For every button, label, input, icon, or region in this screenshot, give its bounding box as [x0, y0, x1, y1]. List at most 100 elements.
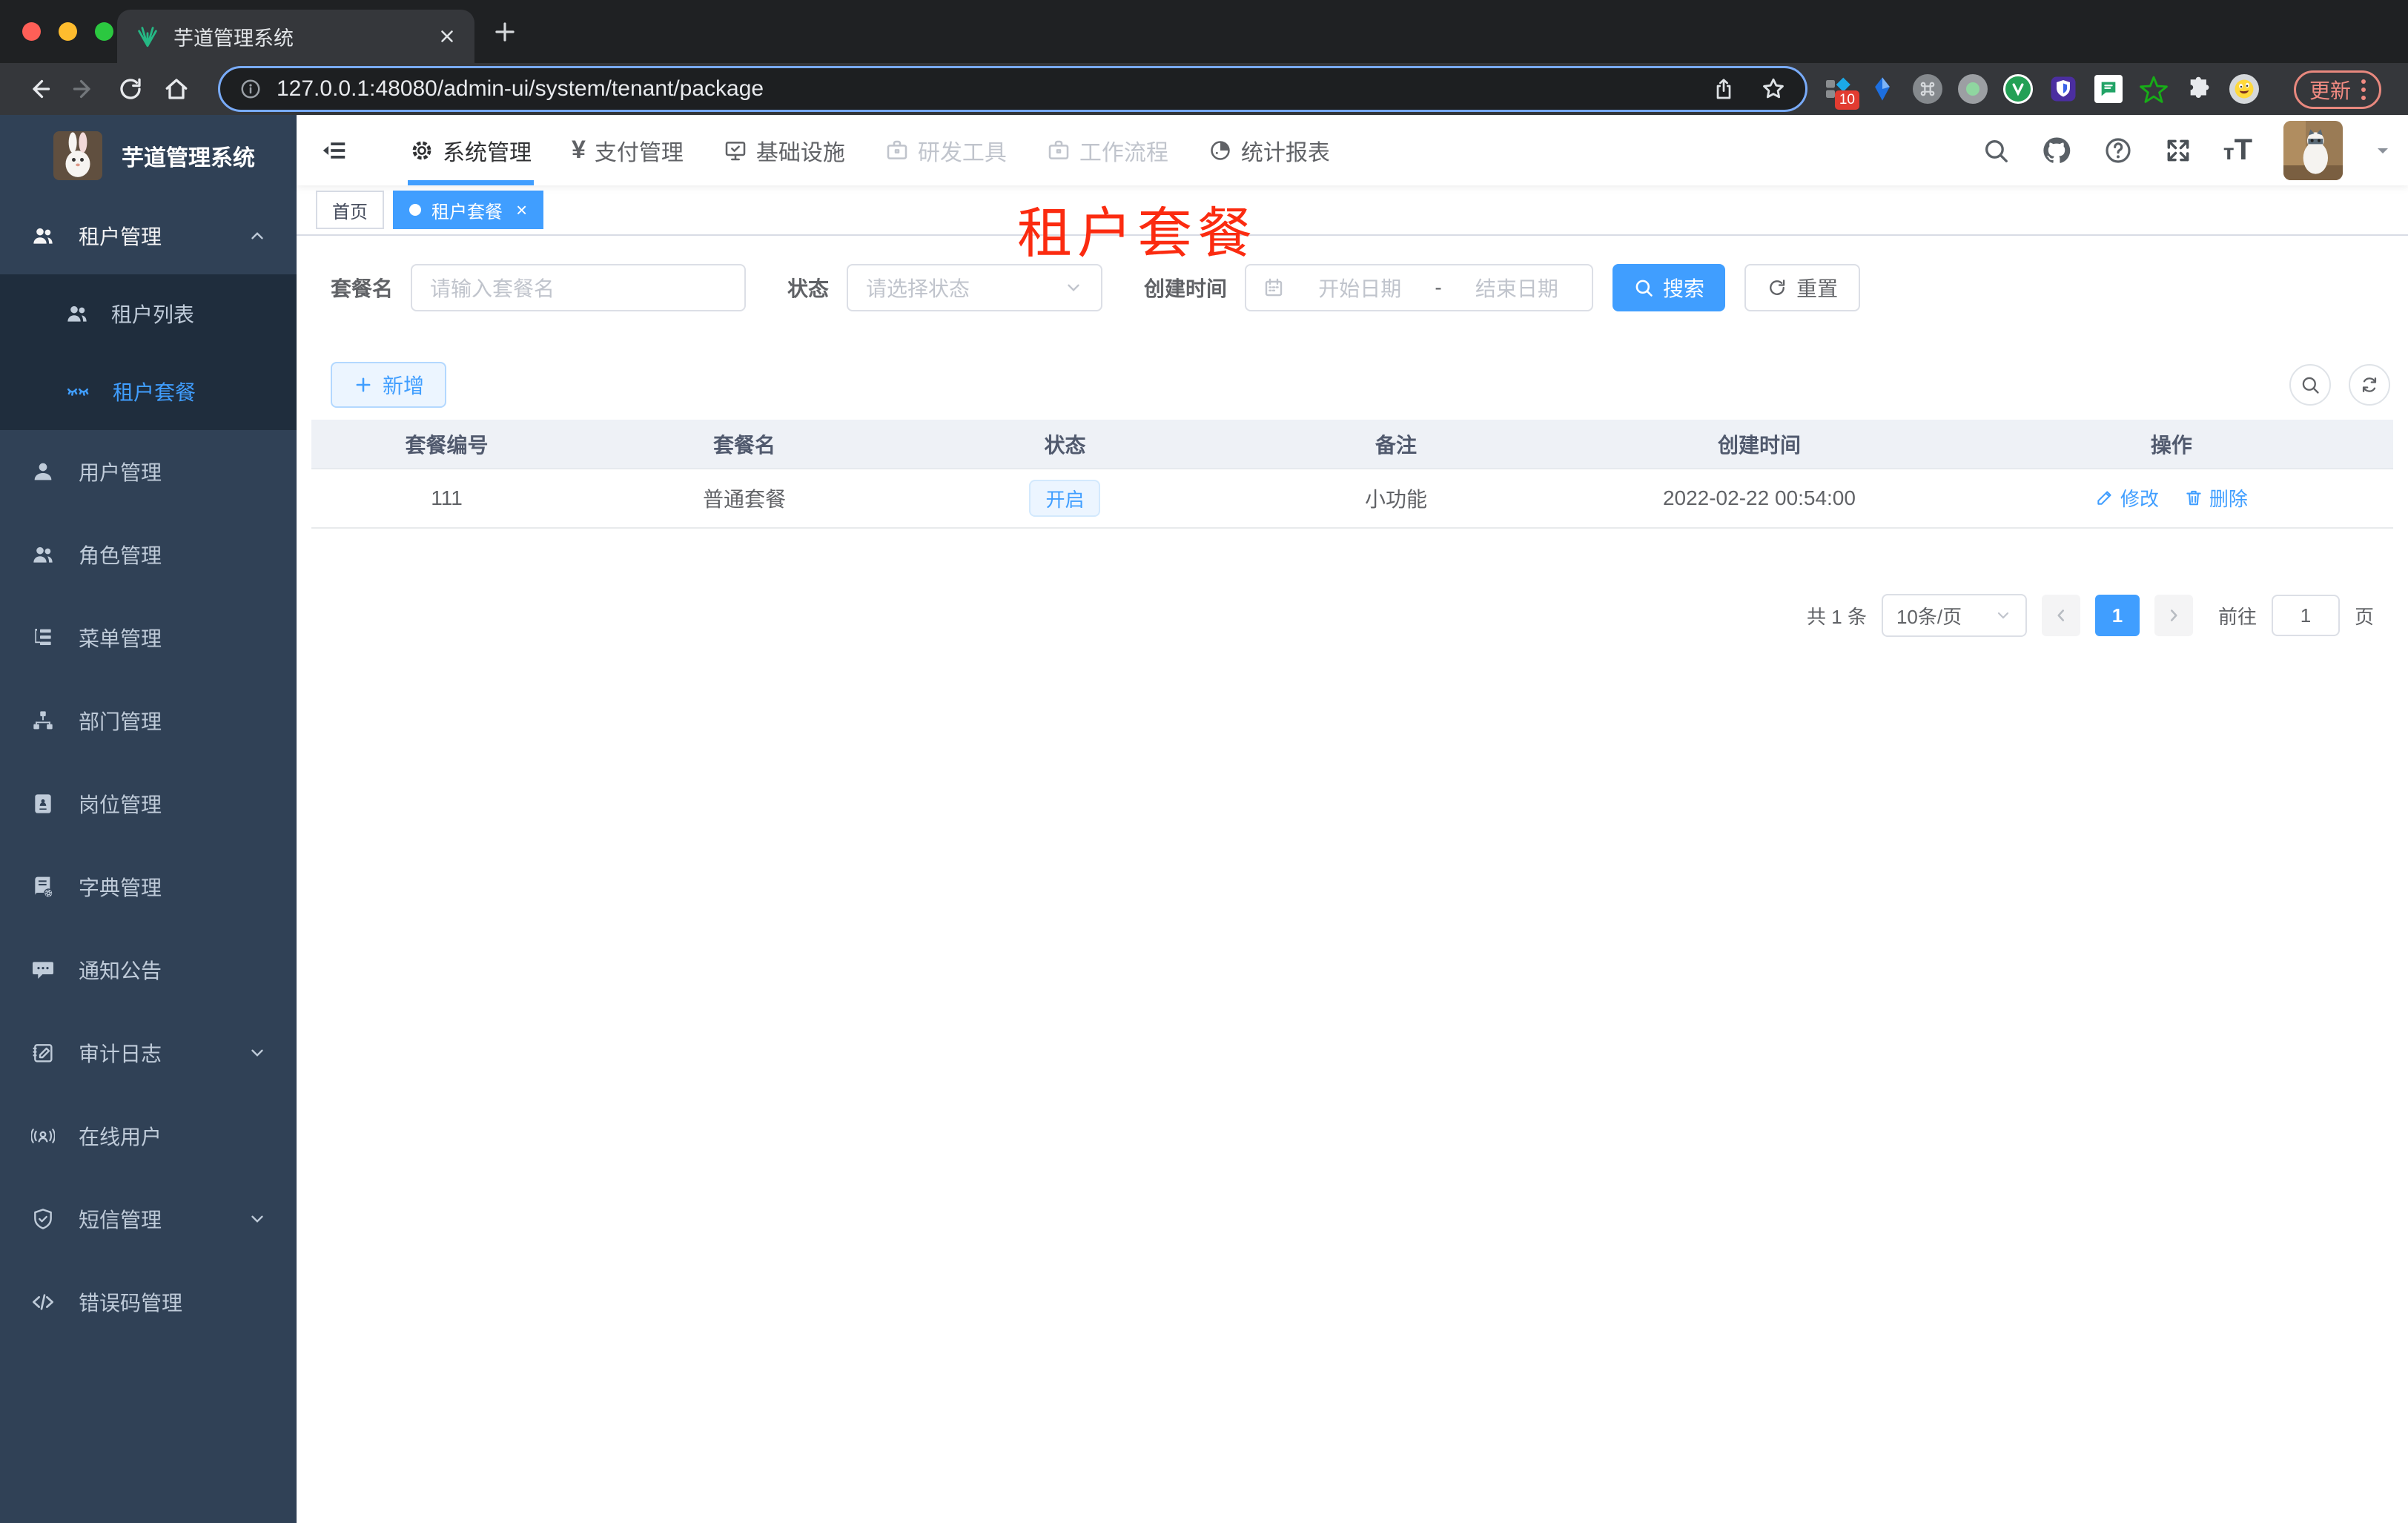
- avatar[interactable]: [2283, 120, 2343, 180]
- browser-menu-icon[interactable]: [2361, 79, 2366, 100]
- tag-close-icon[interactable]: ×: [516, 199, 527, 222]
- edit-pencil-icon: [2097, 491, 2111, 505]
- sidebar-item-audit-log[interactable]: 审计日志: [0, 1011, 297, 1094]
- home-icon[interactable]: [163, 76, 190, 102]
- extension-tampermonkey-icon[interactable]: 10: [1822, 74, 1859, 110]
- yen-icon: ¥: [572, 136, 586, 164]
- search-icon[interactable]: [1982, 136, 2010, 165]
- back-icon[interactable]: [25, 76, 52, 102]
- extension-star-outline-icon[interactable]: [2139, 74, 2169, 104]
- edit-link[interactable]: 修改: [2095, 484, 2159, 512]
- share-icon[interactable]: [1712, 77, 1736, 101]
- tab-favicon-leaf-icon: [138, 27, 157, 47]
- reload-icon[interactable]: [117, 76, 144, 102]
- page-number-1[interactable]: 1: [2094, 595, 2140, 636]
- extension-v-green-icon[interactable]: [2003, 74, 2033, 104]
- extension-puzzle-icon[interactable]: [2184, 74, 2214, 104]
- briefcase-icon: [1048, 140, 1069, 159]
- reset-button[interactable]: 重置: [1744, 264, 1861, 311]
- status-badge: 开启: [1029, 480, 1101, 517]
- bookmark-star-icon[interactable]: [1761, 76, 1786, 102]
- nav-item-label: 支付管理: [594, 140, 684, 165]
- date-range-picker[interactable]: 开始日期 - 结束日期: [1245, 264, 1594, 311]
- status-select[interactable]: 请选择状态: [847, 264, 1103, 311]
- sidebar-item-tenant-list[interactable]: 租户列表: [0, 274, 297, 352]
- url-text[interactable]: 127.0.0.1:48080/admin-ui/system/tenant/p…: [277, 76, 1697, 102]
- user-group-icon: [33, 228, 53, 244]
- sidebar-item-dictionary-management[interactable]: 字典管理: [0, 845, 297, 928]
- next-page-button[interactable]: [2154, 595, 2193, 636]
- extension-shield-icon[interactable]: [2048, 74, 2078, 104]
- fullscreen-icon[interactable]: [2164, 136, 2192, 165]
- avatar-caret-icon[interactable]: [2374, 142, 2392, 159]
- sidebar-item-notice[interactable]: 通知公告: [0, 928, 297, 1011]
- nav-item-reports[interactable]: 统计报表: [1188, 115, 1350, 185]
- tag-home[interactable]: 首页: [316, 191, 384, 229]
- chevron-down-icon: [251, 1049, 263, 1057]
- nav-item-payment[interactable]: ¥ 支付管理: [552, 115, 704, 185]
- tab-close-icon[interactable]: [437, 27, 457, 46]
- browser-tab[interactable]: 芋道管理系统: [117, 10, 474, 63]
- window-minimize-button[interactable]: [59, 22, 77, 41]
- tenant-package-icon: [67, 388, 89, 396]
- extension-command-icon[interactable]: [1913, 74, 1942, 104]
- extension-gray-dot-icon[interactable]: [1958, 74, 1988, 104]
- app-logo-row[interactable]: 芋道管理系统: [0, 115, 297, 196]
- sidebar-item-online-users[interactable]: 在线用户: [0, 1094, 297, 1177]
- font-size-icon[interactable]: тT: [2223, 133, 2252, 167]
- nav-item-dev-tools[interactable]: 研发工具: [865, 115, 1027, 185]
- sidebar-item-role-management[interactable]: 角色管理: [0, 513, 297, 596]
- calendar-icon: [1265, 278, 1283, 297]
- sidebar-item-tenant-management[interactable]: 租户管理: [0, 196, 297, 274]
- delete-link[interactable]: 删除: [2184, 484, 2248, 512]
- github-icon[interactable]: [2041, 135, 2072, 166]
- browser-toolbar: 127.0.0.1:48080/admin-ui/system/tenant/p…: [0, 63, 2408, 115]
- window-zoom-button[interactable]: [95, 22, 113, 41]
- nav-item-system[interactable]: 系统管理: [390, 115, 552, 185]
- date-end-placeholder[interactable]: 结束日期: [1458, 273, 1575, 303]
- online-user-icon: [31, 1129, 55, 1143]
- prev-page-button[interactable]: [2041, 595, 2080, 636]
- sidebar-item-error-code[interactable]: 错误码管理: [0, 1261, 297, 1344]
- nav-item-infrastructure[interactable]: 基础设施: [704, 115, 865, 185]
- url-bar[interactable]: 127.0.0.1:48080/admin-ui/system/tenant/p…: [218, 66, 1807, 112]
- browser-update-button[interactable]: 更新: [2294, 70, 2382, 109]
- sidebar-item-tenant-package[interactable]: 租户套餐: [0, 352, 297, 430]
- window-controls[interactable]: [22, 22, 113, 41]
- extension-emoji-icon[interactable]: [2229, 74, 2259, 104]
- cell-package-id: 111: [311, 469, 583, 529]
- update-label: 更新: [2309, 79, 2352, 102]
- main-panel: 租户套餐 系统管理 ¥ 支付管理 基础设施 研发工具 工作流程 统计报表 тT …: [297, 115, 2408, 1523]
- sidebar-item-department-management[interactable]: 部门管理: [0, 679, 297, 762]
- refresh-icon: [1770, 280, 1785, 295]
- tag-label: 首页: [332, 202, 368, 222]
- tag-tenant-package[interactable]: 租户套餐 ×: [393, 191, 544, 229]
- extension-chat-icon[interactable]: [2094, 74, 2123, 104]
- package-name-input[interactable]: 请输入套餐名: [411, 264, 747, 311]
- show-search-button[interactable]: [2289, 364, 2331, 406]
- nav-item-workflow[interactable]: 工作流程: [1027, 115, 1188, 185]
- help-icon[interactable]: [2103, 136, 2133, 165]
- refresh-table-button[interactable]: [2349, 364, 2390, 406]
- delete-link-label: 删除: [2209, 487, 2248, 510]
- search-button[interactable]: 搜索: [1612, 264, 1726, 311]
- refresh-icon: [2362, 377, 2377, 392]
- window-close-button[interactable]: [22, 22, 41, 41]
- sidebar-item-sms-management[interactable]: 短信管理: [0, 1177, 297, 1261]
- goto-page-input[interactable]: [2271, 595, 2340, 636]
- date-start-placeholder[interactable]: 开始日期: [1301, 273, 1418, 303]
- add-button[interactable]: 新增: [331, 362, 447, 408]
- sidebar-item-menu-management[interactable]: 菜单管理: [0, 596, 297, 679]
- reset-button-label: 重置: [1796, 277, 1839, 300]
- site-info-icon[interactable]: [239, 78, 262, 100]
- sidebar-collapse-icon[interactable]: [320, 136, 348, 165]
- sidebar-item-post-management[interactable]: 岗位管理: [0, 762, 297, 845]
- extension-kite-icon[interactable]: [1868, 74, 1897, 104]
- nav-item-label: 基础设施: [755, 140, 845, 165]
- page-size-select[interactable]: 10条/页: [1881, 594, 2027, 637]
- col-status: 状态: [907, 420, 1223, 469]
- new-tab-button[interactable]: [491, 18, 519, 46]
- forward-icon[interactable]: [71, 76, 98, 102]
- role-icon: [33, 546, 53, 563]
- sidebar-item-user-management[interactable]: 用户管理: [0, 430, 297, 513]
